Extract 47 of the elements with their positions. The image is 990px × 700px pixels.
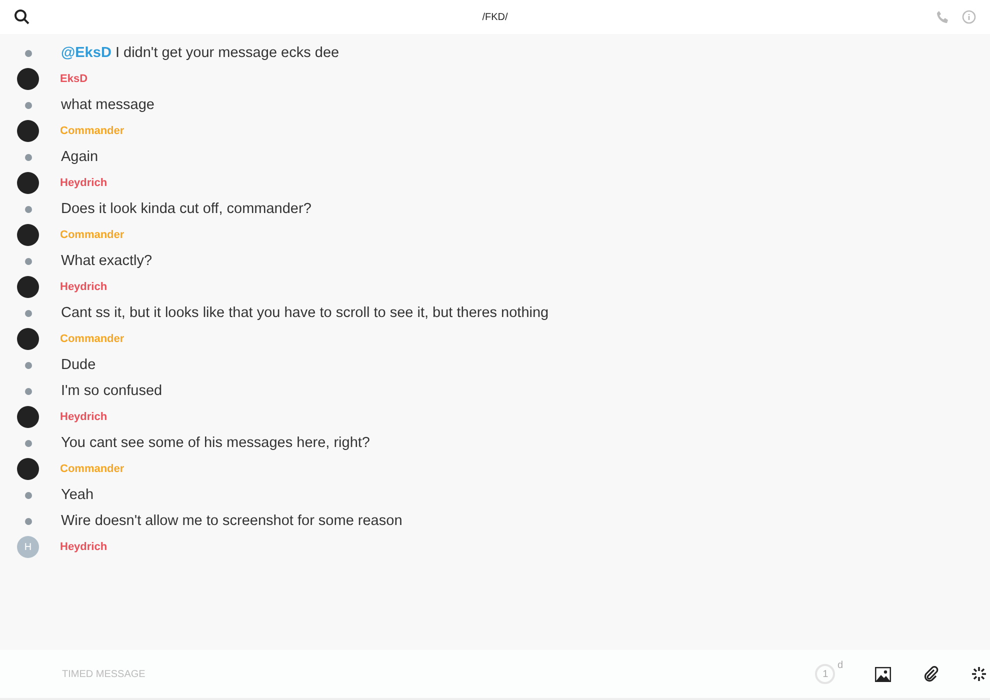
author-name[interactable]: Commander xyxy=(60,125,124,137)
message-text: Again xyxy=(61,149,98,165)
avatar[interactable] xyxy=(17,120,39,142)
status-dot xyxy=(25,388,32,394)
message-text: Wire doesn't allow me to screenshot for some reason xyxy=(61,513,402,529)
message-text: You cant see some of his messages here, right? xyxy=(61,435,370,451)
mention-link[interactable]: @EksD xyxy=(61,45,112,61)
message-text: I'm so confused xyxy=(61,383,162,399)
author-name[interactable]: Heydrich xyxy=(60,411,108,423)
avatar[interactable]: H xyxy=(17,536,39,558)
conversation-title: /FKD/ xyxy=(482,12,508,22)
status-dot xyxy=(25,206,32,212)
status-dot xyxy=(25,102,32,108)
status-dot xyxy=(25,518,32,524)
status-dot xyxy=(25,362,32,368)
avatar[interactable] xyxy=(17,328,39,350)
search-icon[interactable] xyxy=(14,9,30,25)
status-dot xyxy=(25,50,32,56)
message-text: Dude xyxy=(61,357,96,373)
message-text: @EksD I didn't get your message ecks dee xyxy=(61,45,340,61)
author-name[interactable]: Heydrich xyxy=(60,281,108,293)
avatar[interactable] xyxy=(17,224,39,246)
message-text: What exactly? xyxy=(61,253,152,269)
status-dot xyxy=(25,258,32,264)
status-dot xyxy=(25,154,32,160)
author-name[interactable]: Commander xyxy=(60,463,124,475)
avatar[interactable] xyxy=(17,172,39,194)
avatar[interactable] xyxy=(17,68,39,90)
image-icon[interactable] xyxy=(875,666,891,682)
message-input[interactable]: TIMED MESSAGE xyxy=(60,668,364,680)
avatar[interactable] xyxy=(17,458,39,480)
message-text: Cant ss it, but it looks like that you have to scroll to see it, but theres nothing xyxy=(61,305,549,321)
author-name[interactable]: Commander xyxy=(60,333,124,345)
message-text: Does it look kinda cut off, commander? xyxy=(61,201,312,217)
author-name[interactable]: Heydrich xyxy=(60,541,108,553)
author-name[interactable]: EksD xyxy=(60,73,88,85)
status-dot xyxy=(25,492,32,498)
message-text: what message xyxy=(61,97,154,113)
ping-icon[interactable] xyxy=(971,666,987,682)
author-name[interactable]: Heydrich xyxy=(60,177,108,189)
avatar[interactable] xyxy=(17,406,39,428)
avatar[interactable] xyxy=(17,276,39,298)
status-dot xyxy=(25,310,32,316)
author-name[interactable]: Commander xyxy=(60,229,124,241)
status-dot xyxy=(25,440,32,446)
message-text: Yeah xyxy=(61,487,94,503)
paperclip-icon[interactable] xyxy=(923,666,939,682)
